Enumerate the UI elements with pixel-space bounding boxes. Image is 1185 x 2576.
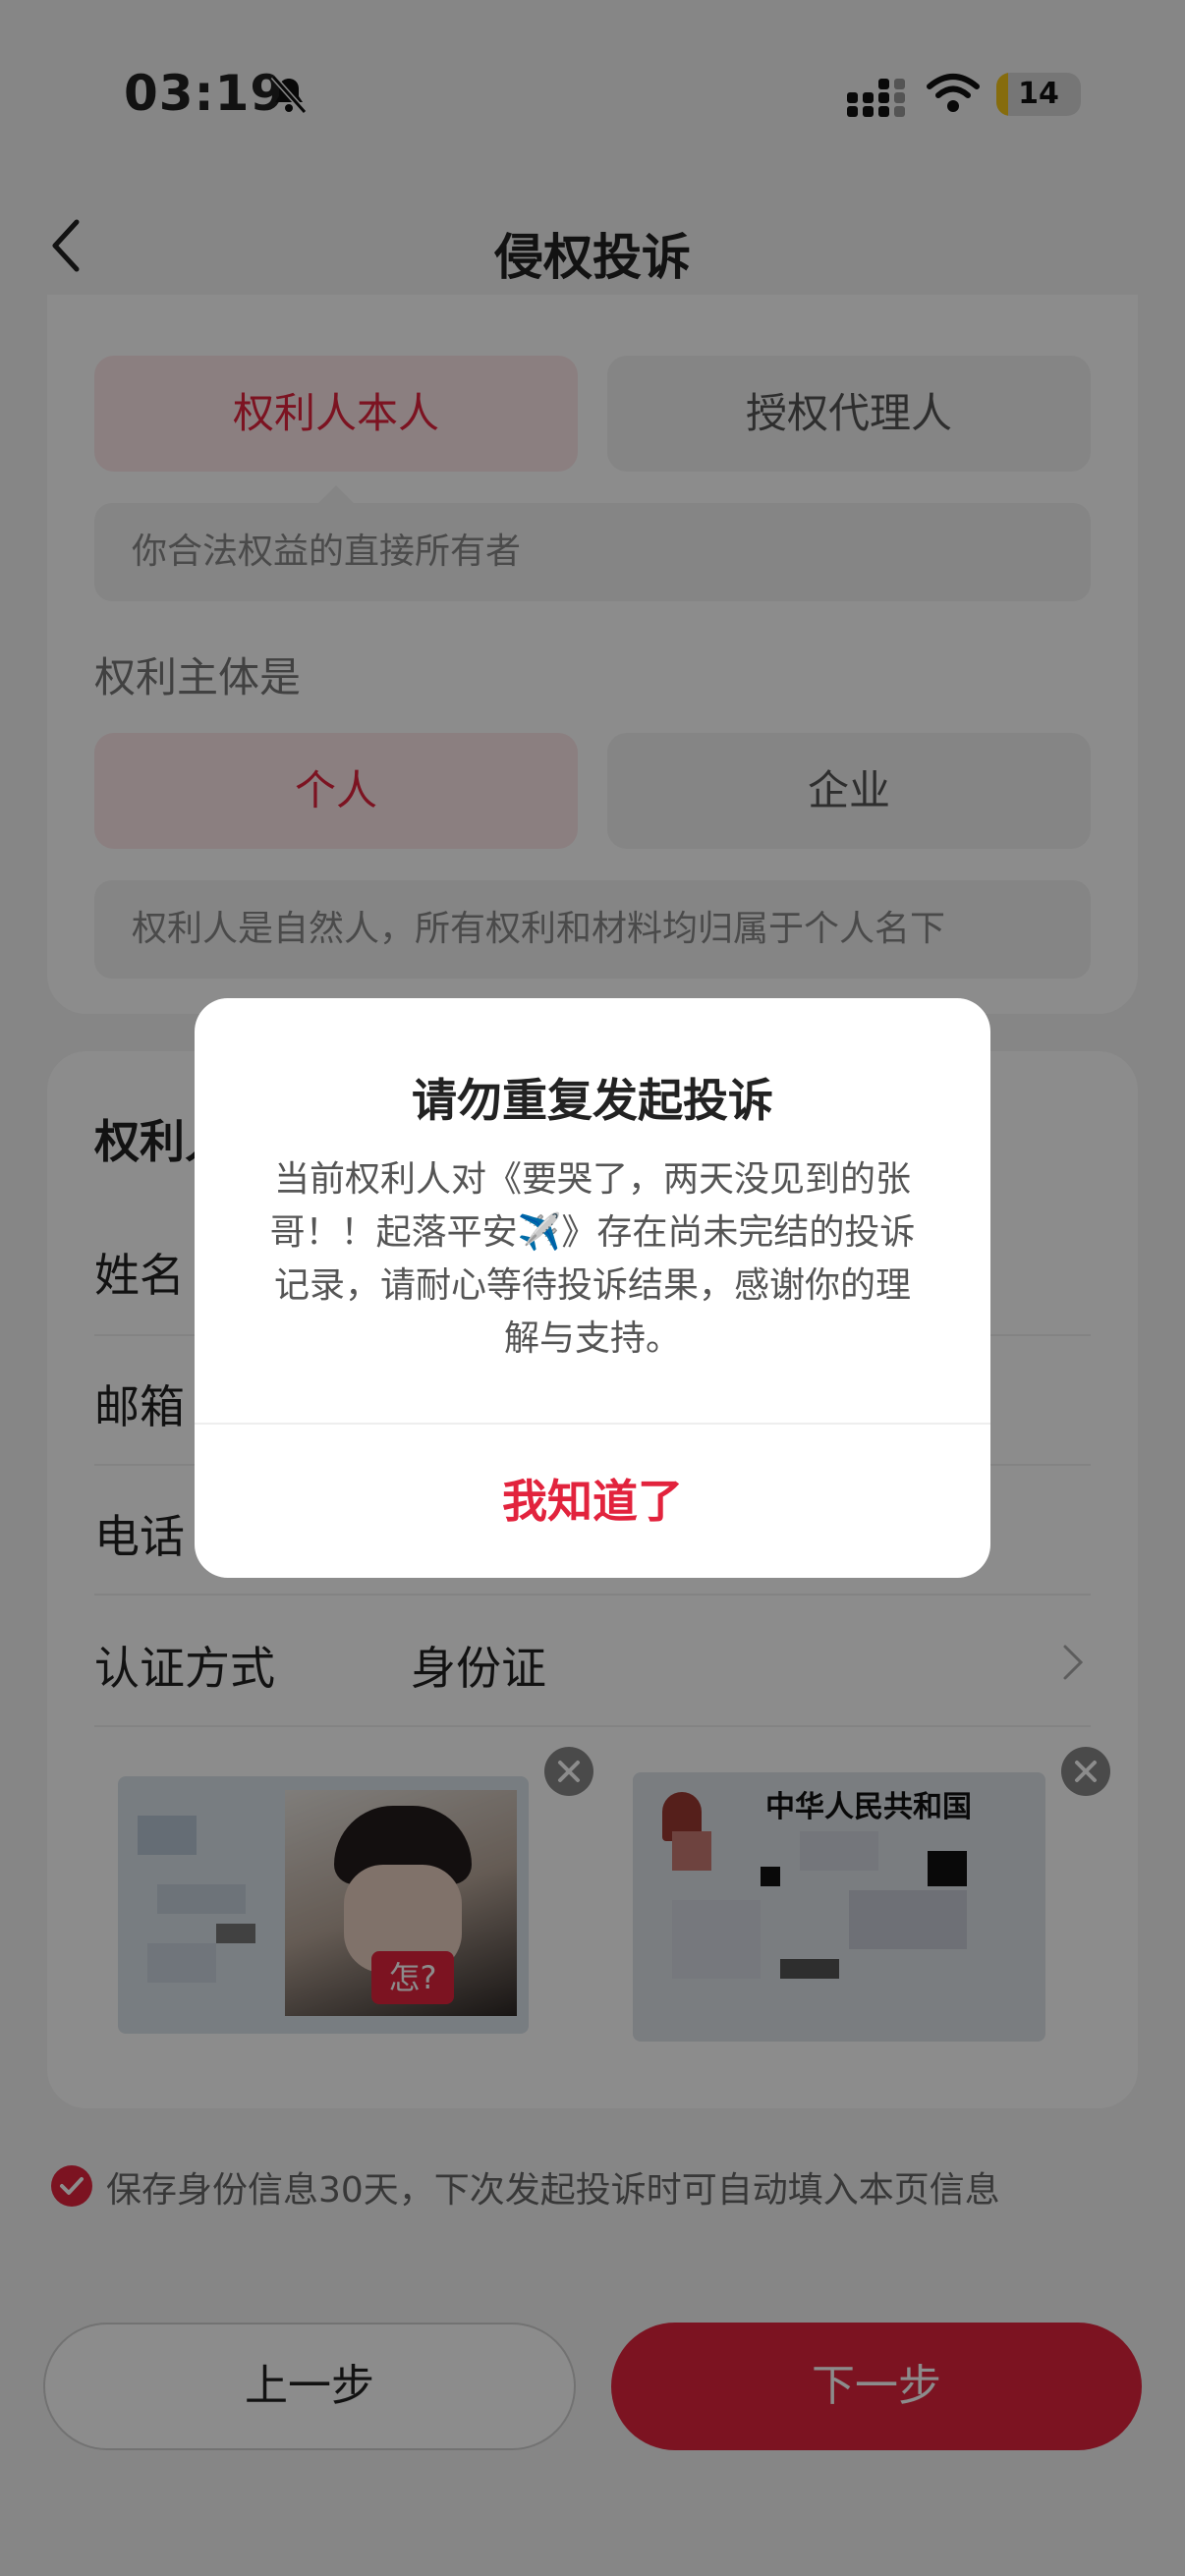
duplicate-complaint-dialog: 请勿重复发起投诉 当前权利人对《要哭了，两天没见到的张哥！！起落平安✈️》存在尚… <box>195 998 990 1578</box>
dialog-title: 请勿重复发起投诉 <box>412 1074 773 1127</box>
acknowledge-button[interactable]: 我知道了 <box>195 1425 990 1578</box>
dialog-message: 当前权利人对《要哭了，两天没见到的张哥！！起落平安✈️》存在尚未完结的投诉记录，… <box>269 1159 916 1359</box>
